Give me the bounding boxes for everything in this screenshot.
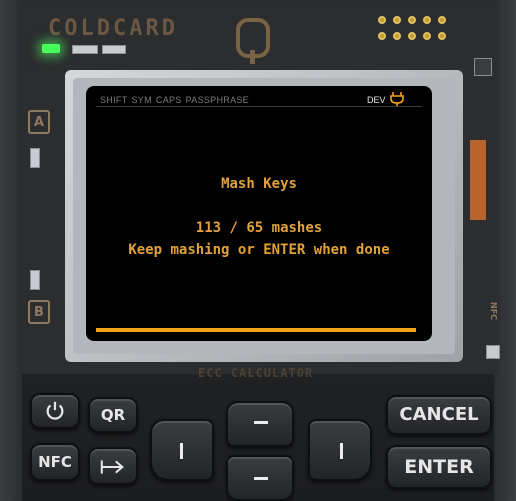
status-flags: SHIFT SYM CAPS PASSPHRASE <box>100 95 253 105</box>
brand-q-mark <box>236 18 270 64</box>
brand-logo: COLDCARD <box>48 16 178 41</box>
pcb-pad <box>474 58 492 76</box>
pcb-label-b: B <box>28 300 50 324</box>
cancel-label: CANCEL <box>399 404 479 425</box>
flag-sym: SYM <box>131 95 152 105</box>
keypad: QR NFC CANCEL ENTER <box>0 383 516 501</box>
dev-indicator: DEV <box>367 95 386 105</box>
status-led <box>42 44 60 53</box>
tab-arrow-icon <box>100 460 124 474</box>
pcb-via <box>438 16 446 24</box>
pcb-via <box>408 32 416 40</box>
pcb-pad <box>102 45 126 54</box>
progress-fill <box>96 328 416 332</box>
left-button[interactable] <box>150 419 214 481</box>
pcb-via <box>378 16 386 24</box>
pcb-via <box>393 32 401 40</box>
pcb-pad <box>30 148 40 168</box>
pcb-pad <box>72 45 98 54</box>
cancel-button[interactable]: CANCEL <box>386 395 492 435</box>
power-icon <box>46 401 64 420</box>
pcb-via <box>423 32 431 40</box>
progress-bar <box>96 328 416 332</box>
flag-passphrase: PASSPHRASE <box>185 95 249 105</box>
down-key-mark <box>254 477 268 480</box>
nfc-pcb-label: NFC <box>489 302 498 321</box>
screen-title: Mash Keys <box>221 176 297 192</box>
pcb-via <box>393 16 401 24</box>
pcb-via <box>408 16 416 24</box>
tab-button[interactable] <box>88 447 138 485</box>
pcb-pad <box>486 345 500 359</box>
pcb-via <box>438 32 446 40</box>
enter-label: ENTER <box>404 456 474 478</box>
qr-label: QR <box>100 406 126 424</box>
pcb-label-a: A <box>28 110 50 134</box>
flex-cable <box>470 140 486 220</box>
qr-button[interactable]: QR <box>88 397 138 433</box>
pcb-pad <box>30 270 40 290</box>
right-key-mark <box>340 443 343 459</box>
flag-shift: SHIFT <box>100 95 128 105</box>
nfc-key-label: NFC <box>38 453 72 471</box>
down-button[interactable] <box>226 455 294 501</box>
up-button[interactable] <box>226 401 294 447</box>
up-key-mark <box>254 421 268 424</box>
keyboard-label: ECC CALCULATOR <box>198 366 314 380</box>
nfc-button[interactable]: NFC <box>30 443 80 481</box>
pcb-via <box>423 16 431 24</box>
flag-caps: CAPS <box>155 95 182 105</box>
left-key-mark <box>180 443 183 459</box>
coldcard-device: COLDCARD A B NFC SHIFT SYM CAPS PASSPHRASE … <box>0 0 516 501</box>
mash-hint: Keep mashing or ENTER when done <box>128 242 390 258</box>
right-button[interactable] <box>308 419 372 481</box>
enter-button[interactable]: ENTER <box>386 445 492 489</box>
power-button[interactable] <box>30 393 80 429</box>
pcb-via <box>378 32 386 40</box>
lcd-screen: SHIFT SYM CAPS PASSPHRASE DEV Mash Keys 113… <box>86 86 432 341</box>
mash-count: 113 / 65 mashes <box>195 220 323 236</box>
plug-icon <box>390 92 404 106</box>
